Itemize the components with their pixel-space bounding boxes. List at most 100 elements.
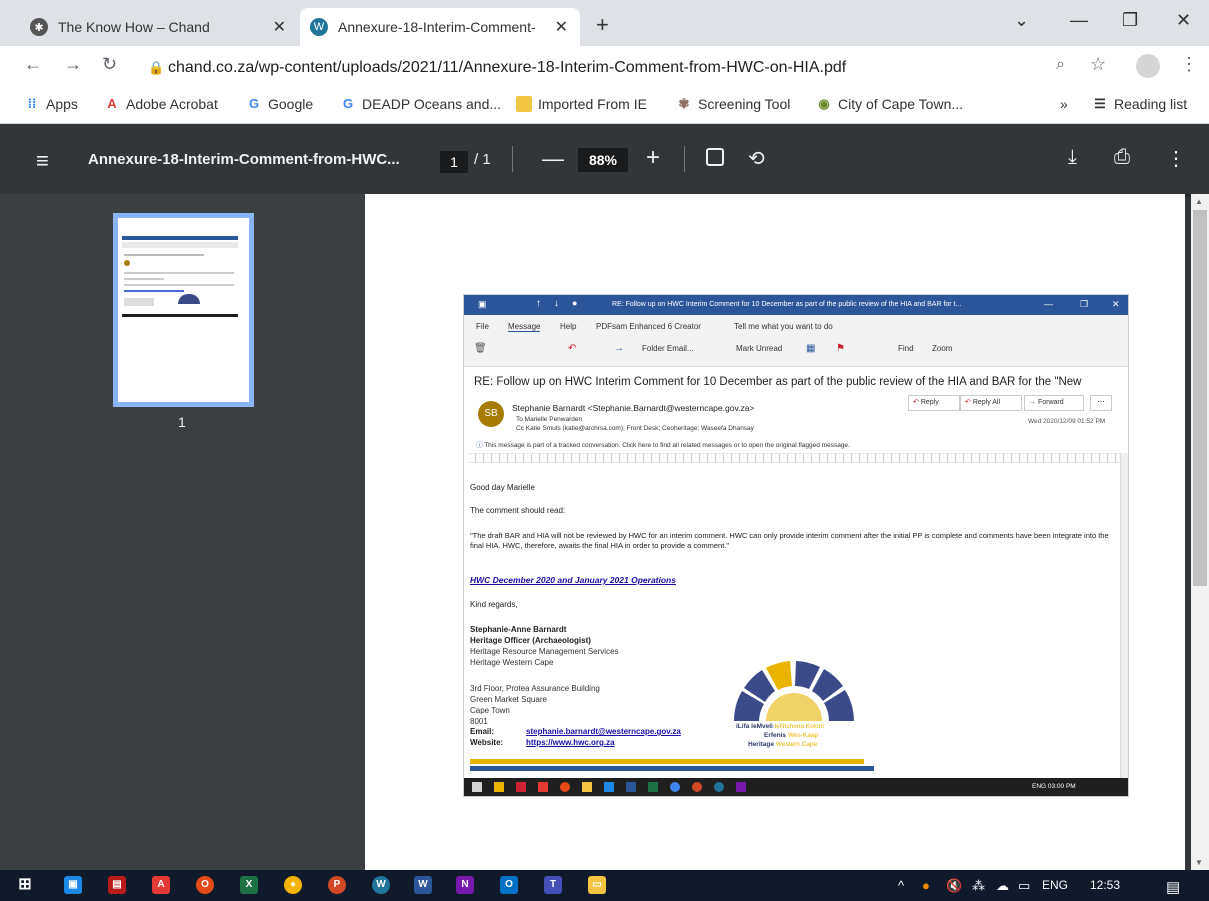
network-icon[interactable]: ▭ xyxy=(1018,878,1030,894)
ribbon-folder-email: Folder Email... xyxy=(642,344,694,353)
inner-app-icon xyxy=(736,782,746,792)
wordpress-icon[interactable]: W xyxy=(372,876,390,894)
tab-title: The Know How – Chand xyxy=(58,19,210,35)
tray-app-icon[interactable]: ⁂ xyxy=(972,878,985,894)
email-address-link: stephanie.barnardt@westerncape.gov.za xyxy=(526,727,681,736)
tab-search-icon[interactable]: ⌄ xyxy=(1014,10,1029,31)
close-tab-icon[interactable]: ✕ xyxy=(555,17,568,37)
acrobat-icon[interactable]: A xyxy=(152,876,170,894)
onenote-icon[interactable]: N xyxy=(456,876,474,894)
signature-name: Stephanie-Anne Barnardt xyxy=(470,625,567,634)
menu-file: File xyxy=(476,322,489,331)
thumbnail-page-label: 1 xyxy=(178,414,186,430)
powerpoint-icon[interactable]: P xyxy=(328,876,346,894)
more-actions-icon[interactable]: ⋮ xyxy=(1166,146,1186,171)
forward-icon[interactable]: → xyxy=(64,54,82,75)
app-icon[interactable]: ▤ xyxy=(108,876,126,894)
page-number-input[interactable]: 1 xyxy=(440,151,468,173)
back-icon[interactable]: ← xyxy=(24,54,42,75)
close-window-button[interactable]: ✕ xyxy=(1176,10,1191,31)
website-label: Website: xyxy=(470,738,504,747)
volume-muted-icon[interactable]: 🔇 xyxy=(946,878,962,894)
outlook-more-icon: ⋯ xyxy=(1090,395,1112,411)
zoom-in-button[interactable]: + xyxy=(646,144,660,172)
pdf-title: Annexure-18-Interim-Comment-from-HWC... xyxy=(88,151,400,168)
email-to: To Marielle Penwarden xyxy=(516,416,583,423)
print-icon[interactable]: ⎙ xyxy=(1114,146,1130,169)
zoom-out-button[interactable]: — xyxy=(542,146,564,172)
rotate-icon[interactable]: ⟲ xyxy=(748,146,765,171)
categorize-icon: ▦ xyxy=(806,343,816,354)
apps-grid-icon: ⁞⁞ xyxy=(27,96,37,111)
inner-app-icon xyxy=(560,782,570,792)
tab-annexure-pdf[interactable]: W Annexure-18-Interim-Comment- ✕ xyxy=(300,8,580,46)
city-icon: ◉ xyxy=(818,96,830,111)
logo-line-1: iLifa leMveli leNtshona Koloni xyxy=(736,723,824,730)
onedrive-icon[interactable]: ☁ xyxy=(996,878,1009,894)
opera-icon[interactable]: O xyxy=(196,876,214,894)
windows-start-icon[interactable]: ⊞ xyxy=(16,876,34,894)
url-text[interactable]: chand.co.za/wp-content/uploads/2021/11/A… xyxy=(168,59,846,77)
menu-icon[interactable]: ⋮ xyxy=(1180,54,1198,75)
fit-page-icon[interactable] xyxy=(706,148,724,166)
signature-stripe-yellow xyxy=(470,759,864,764)
zoom-level-input[interactable]: 88% xyxy=(578,148,628,172)
save-icon: ▣ xyxy=(478,299,487,309)
inner-app-icon xyxy=(494,782,504,792)
bookmark-star-icon[interactable]: ☆ xyxy=(1090,54,1106,75)
download-icon[interactable]: ⤓ xyxy=(1068,146,1077,169)
reading-list-button[interactable]: ☰ Reading list xyxy=(1092,96,1187,112)
restore-icon: ❐ xyxy=(1080,299,1089,309)
signature-stripe-blue xyxy=(470,766,874,771)
outlook-ribbon: File Message Help PDFsam Enhanced 6 Crea… xyxy=(464,315,1128,367)
bookmark-apps[interactable]: ⁞⁞ Apps xyxy=(24,96,78,112)
address-line-1: 3rd Floor, Protea Assurance Building xyxy=(470,684,600,693)
inner-app-icon xyxy=(692,782,702,792)
tray-app-icon[interactable]: ● xyxy=(922,878,930,893)
clock[interactable]: 12:53 xyxy=(1090,878,1120,892)
more-bookmarks-button[interactable]: » xyxy=(1060,96,1068,112)
hamburger-menu-icon[interactable]: ≡ xyxy=(36,148,49,174)
scroll-down-arrow-icon[interactable]: ▼ xyxy=(1195,858,1203,867)
menu-tell-me: Tell me what you want to do xyxy=(734,322,833,331)
excel-icon[interactable]: X xyxy=(240,876,258,894)
toolbar-divider xyxy=(684,146,685,172)
bookmark-google[interactable]: G Google xyxy=(246,96,313,112)
tab-the-know-how[interactable]: ✱ The Know How – Chand ✕ xyxy=(20,8,298,46)
inner-app-icon xyxy=(582,782,592,792)
ruler xyxy=(468,453,1120,463)
bookmark-deadp[interactable]: G DEADP Oceans and... xyxy=(340,96,501,112)
embedded-email-screenshot: ▣ ↑ ↓ ● RE: Follow up on HWC Interim Com… xyxy=(463,294,1129,797)
teams-icon[interactable]: T xyxy=(544,876,562,894)
notifications-icon[interactable]: ▤ xyxy=(1166,878,1180,896)
scroll-up-arrow-icon[interactable]: ▲ xyxy=(1195,197,1203,206)
outlook-icon[interactable]: O xyxy=(500,876,518,894)
zoom-icon[interactable]: ⌕ xyxy=(1056,56,1065,74)
word-icon[interactable]: W xyxy=(414,876,432,894)
minimize-button[interactable]: — xyxy=(1070,10,1088,31)
bookmark-imported-folder[interactable]: Imported From IE xyxy=(516,96,647,112)
email-cc: Cc Katie Smuts (katie@archrsa.com); Fron… xyxy=(516,425,754,432)
bookmark-screening-tool[interactable]: ✾ Screening Tool xyxy=(676,96,791,112)
regards: Kind regards, xyxy=(470,600,518,609)
email-date: Wed 2020/12/09 01:52 PM xyxy=(1028,418,1106,425)
reload-icon[interactable]: ↻ xyxy=(102,54,117,75)
file-explorer-icon[interactable]: ▭ xyxy=(588,876,606,894)
chrome-icon[interactable]: ● xyxy=(284,876,302,894)
bookmark-city-cape-town[interactable]: ◉ City of Cape Town... xyxy=(816,96,963,112)
bookmark-adobe-acrobat[interactable]: A Adobe Acrobat xyxy=(104,96,218,112)
app-icon[interactable]: ▣ xyxy=(64,876,82,894)
language-indicator[interactable]: ENG xyxy=(1042,878,1068,892)
new-tab-button[interactable]: + xyxy=(596,12,609,38)
scrollbar-thumb[interactable] xyxy=(1193,210,1207,586)
outlook-window-title: RE: Follow up on HWC Interim Comment for… xyxy=(612,301,962,308)
delete-icon: 🗑 xyxy=(474,343,487,354)
show-hidden-icons[interactable]: ^ xyxy=(898,878,904,893)
restore-button[interactable]: ❐ xyxy=(1122,10,1138,31)
close-tab-icon[interactable]: ✕ xyxy=(273,17,286,37)
website-link: https://www.hwc.org.za xyxy=(526,738,615,747)
address-line-4: 8001 xyxy=(470,717,488,726)
page-thumbnail[interactable] xyxy=(113,213,254,407)
profile-avatar[interactable] xyxy=(1136,54,1160,78)
lock-icon: 🔒 xyxy=(148,60,165,75)
